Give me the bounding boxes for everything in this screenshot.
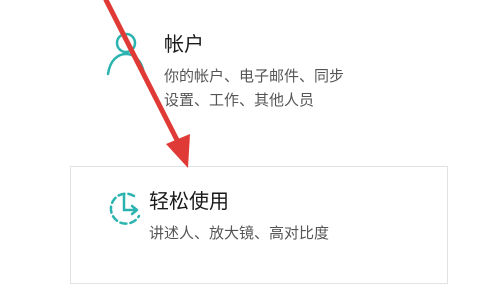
- accounts-description-line-2: 设置、工作、其他人员: [164, 91, 315, 109]
- person-icon: [100, 30, 150, 80]
- ease-of-access-title: 轻松使用: [149, 189, 229, 213]
- ease-of-access-description: 讲述人、放大镜、高对比度: [149, 224, 330, 242]
- ease-of-access-settings-tile[interactable]: 轻松使用 讲述人、放大镜、高对比度: [70, 166, 448, 284]
- accounts-settings-tile[interactable]: 帐户 你的帐户、电子邮件、同步 设置、工作、其他人员: [88, 8, 468, 126]
- accounts-description-line-1: 你的帐户、电子邮件、同步: [164, 67, 345, 85]
- accounts-description: 你的帐户、电子邮件、同步 设置、工作、其他人员: [164, 64, 344, 112]
- accounts-title: 帐户: [164, 32, 204, 56]
- ease-of-access-icon: [101, 185, 151, 235]
